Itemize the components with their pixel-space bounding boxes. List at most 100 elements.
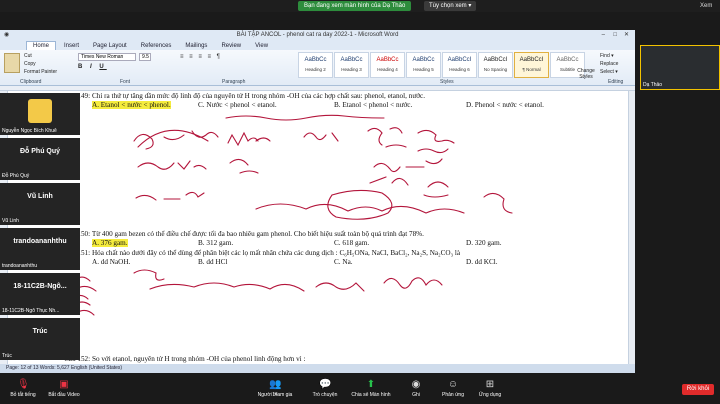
minimize-window-icon[interactable]: –	[602, 30, 605, 40]
window-title: BÀI TẬP ANCOL - phenol cat ra day 2022-1…	[236, 32, 399, 38]
zoom-toolbar: 🎙 Bỏ tắt tiếng ▣ Bắt đầu Video 👥14 Người…	[0, 376, 720, 404]
screen: Bạn đang xem màn hình của Dạ Thảo Tùy ch…	[0, 0, 720, 404]
ribbon-tabs: Home Insert Page Layout References Maili…	[0, 40, 635, 50]
underline-button[interactable]: U	[99, 64, 106, 70]
editing-group-label: Editing	[608, 79, 624, 85]
document-area[interactable]: Câu 149: Chỉ ra thứ tự tăng dần mức độ l…	[0, 91, 628, 364]
cut-button[interactable]: Cut	[24, 52, 57, 60]
participant-tile-truc[interactable]: Trúc Trúc	[0, 318, 80, 360]
avatar	[28, 99, 52, 123]
vertical-scrollbar[interactable]	[628, 91, 635, 364]
chat-icon: 💬	[319, 379, 332, 390]
zoom-top-bar: Bạn đang xem màn hình của Dạ Thảo Tùy ch…	[0, 0, 720, 12]
word-window: BÀI TẬP ANCOL - phenol cat ra day 2022-1…	[0, 30, 635, 373]
styles-gallery: AaBbCc Heading 2 AaBbCc Heading 3 AaBbCc He…	[298, 52, 585, 78]
q150-option-a: A. 376 gam.	[92, 239, 128, 247]
replace-button[interactable]: Replace	[600, 60, 618, 68]
participant-tile-khue[interactable]: Nguyễn Ngọc Bích Khuê	[0, 93, 80, 135]
participant-name: Vũ Linh	[2, 218, 19, 224]
paragraph-buttons-icon[interactable]: ≡ ≡ ≡ ≡ ¶	[180, 54, 222, 60]
style-normal[interactable]: AaBbCcI ¶ Normal	[514, 52, 549, 78]
word-titlebar: BÀI TẬP ANCOL - phenol cat ra day 2022-1…	[0, 30, 635, 40]
find-button[interactable]: Find ▾	[600, 52, 618, 60]
handwriting-annotations	[73, 114, 513, 316]
start-video-button[interactable]: ▣ Bắt đầu Video	[44, 379, 84, 398]
maximize-window-icon[interactable]: □	[613, 30, 617, 40]
participant-display-name: Đỗ Phú Quý	[19, 148, 61, 155]
apps-button[interactable]: ⊞ Ứng dụng	[474, 379, 506, 398]
tab-insert[interactable]: Insert	[58, 42, 85, 50]
participant-tile-quy[interactable]: Đỗ Phú Quý Đỗ Phú Quý	[0, 138, 80, 180]
q149-option-d: D. Phenol < nước < etanol.	[466, 101, 544, 109]
record-icon: ◉	[411, 379, 421, 390]
leave-button[interactable]: Rời khỏi	[682, 384, 714, 395]
q151-option-d: D. dd KCl.	[466, 258, 498, 266]
view-button[interactable]: Xem	[700, 1, 712, 11]
unmute-button[interactable]: 🎙 Bỏ tắt tiếng	[6, 379, 40, 398]
format-buttons: B I U	[78, 64, 107, 70]
select-button[interactable]: Select ▾	[600, 68, 618, 76]
copy-button[interactable]: Copy	[24, 60, 57, 68]
q149-option-c: C. Nước < phenol < etanol.	[198, 101, 277, 109]
share-banner: Bạn đang xem màn hình của Dạ Thảo	[298, 1, 412, 11]
mic-off-icon: 🎙	[17, 379, 30, 390]
q151-option-a: A. dd NaOH.	[92, 258, 131, 266]
reactions-icon: ☺	[447, 379, 459, 390]
participant-video-da-thao[interactable]: Dạ Thảo	[640, 45, 720, 90]
participant-display-name: Vũ Linh	[27, 193, 53, 200]
style-no-spacing[interactable]: AaBbCcI No Spacing	[478, 52, 513, 78]
style-heading-5[interactable]: AaBbCc Heading 5	[406, 52, 441, 78]
clipboard-items: Cut Copy Format Painter	[24, 52, 57, 76]
style-heading-6[interactable]: AaBbCcI Heading 6	[442, 52, 477, 78]
q150-option-d: D. 320 gam.	[466, 239, 502, 247]
style-heading-4[interactable]: AaBbCc Heading 4	[370, 52, 405, 78]
bold-button[interactable]: B	[78, 64, 85, 70]
participant-name: Dạ Thảo	[643, 82, 663, 88]
participant-tile-linh[interactable]: Vũ Linh Vũ Linh	[0, 183, 80, 225]
participant-name: Đỗ Phú Quý	[2, 173, 30, 179]
styles-group-label: Styles	[440, 79, 454, 85]
change-styles-button[interactable]: Change Styles	[574, 52, 598, 80]
participant-display-name: Trúc	[32, 328, 48, 335]
q150-option-c: C. 618 gam.	[334, 239, 370, 247]
participant-display-name: 18-11C2B-Ngô...	[13, 283, 67, 290]
participant-name: Trúc	[2, 353, 12, 359]
question-149: Câu 149: Chỉ ra thứ tự tăng dần mức độ l…	[64, 92, 426, 100]
paragraph-group-label: Paragraph	[222, 79, 246, 85]
question-150: Câu 150: Từ 400 gam bezen có thể điều ch…	[64, 230, 424, 238]
tab-view[interactable]: View	[249, 42, 274, 50]
style-heading-3[interactable]: AaBbCc Heading 3	[334, 52, 369, 78]
participant-name: trandoananhthu	[2, 263, 38, 269]
format-painter-button[interactable]: Format Painter	[24, 68, 57, 76]
font-group-label: Font	[120, 79, 131, 85]
participant-tile-anhthu[interactable]: trandoananhthu trandoananhthu	[0, 228, 80, 270]
share-screen-icon: ⬆	[366, 379, 376, 390]
q150-option-b: B. 312 gam.	[198, 239, 234, 247]
question-152: Câu 152: So với etanol, nguyên tử H tron…	[64, 355, 306, 363]
share-screen-button[interactable]: ⬆ Chia sẻ Màn hình	[348, 379, 394, 398]
style-heading-2[interactable]: AaBbCc Heading 2	[298, 52, 333, 78]
view-options-button[interactable]: Tùy chọn xem ▾	[424, 1, 477, 11]
participants-button[interactable]: 👥14 Người tham gia	[254, 379, 296, 398]
tab-home[interactable]: Home	[26, 41, 57, 50]
reactions-button[interactable]: ☺ Phản ứng	[438, 379, 468, 398]
q149-option-a: A. Etanol < nước < phenol.	[92, 101, 171, 109]
font-name-select[interactable]: Times New Roman	[78, 53, 136, 61]
tab-review[interactable]: Review	[215, 42, 247, 50]
italic-button[interactable]: I	[90, 64, 95, 70]
close-window-icon[interactable]: ✕	[624, 30, 629, 40]
participant-tile-ngo[interactable]: 18-11C2B-Ngô... 18-11C2B-Ngô Thục Nh...	[0, 273, 80, 315]
font-size-select[interactable]: 9.5	[139, 53, 151, 61]
paste-button[interactable]	[4, 53, 20, 73]
camera-off-icon: ▣	[59, 379, 69, 390]
tab-references[interactable]: References	[135, 42, 178, 50]
tab-page-layout[interactable]: Page Layout	[87, 42, 133, 50]
q151-option-c: C. Na.	[334, 258, 353, 266]
participant-name: 18-11C2B-Ngô Thục Nh...	[2, 308, 60, 314]
chat-button[interactable]: 💬 Trò chuyện	[308, 379, 342, 398]
tab-mailings[interactable]: Mailings	[179, 42, 213, 50]
apps-icon: ⊞	[485, 379, 495, 390]
office-button-icon[interactable]: ◉	[4, 30, 9, 40]
record-button[interactable]: ◉ Ghi	[404, 379, 428, 398]
ribbon: Cut Copy Format Painter Clipboard Times …	[0, 50, 635, 86]
